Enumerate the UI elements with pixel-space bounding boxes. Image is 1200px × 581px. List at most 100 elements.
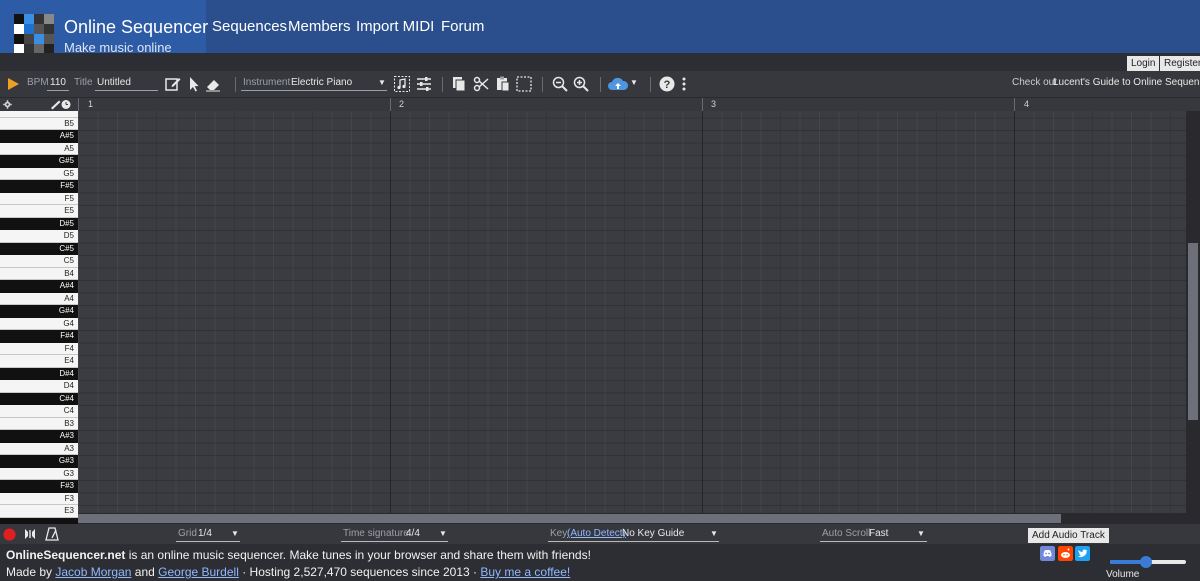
piano-key[interactable]: C4	[0, 405, 78, 418]
measure-line	[702, 111, 703, 513]
velocity-pencil-clock-icon[interactable]	[50, 99, 72, 110]
login-button[interactable]: Login	[1127, 56, 1160, 71]
piano-key[interactable]: D#5	[0, 217, 78, 230]
volume-slider[interactable]	[1110, 556, 1186, 568]
author-link-george[interactable]: George Burdell	[158, 565, 239, 579]
note-grid[interactable]	[78, 111, 1186, 513]
beat-line	[468, 111, 469, 513]
ruler-divider	[702, 98, 703, 111]
piano-key[interactable]: E3	[0, 505, 78, 518]
piano-key[interactable]: G#3	[0, 455, 78, 468]
key-auto-detect-link[interactable]: (Auto Detect)	[567, 528, 626, 539]
grid-caret-icon[interactable]: ▼	[231, 529, 239, 538]
piano-key[interactable]: D4	[0, 380, 78, 393]
piano-key[interactable]: C#4	[0, 392, 78, 405]
add-audio-track-button[interactable]: Add Audio Track	[1028, 528, 1109, 543]
note-select-icon[interactable]	[393, 75, 411, 93]
piano-key[interactable]: E5	[0, 205, 78, 218]
sliders-icon[interactable]	[415, 75, 433, 93]
timesig-label: Time signature	[343, 528, 409, 539]
nav-members[interactable]: Members	[288, 18, 351, 35]
cloud-upload-icon[interactable]	[607, 75, 629, 93]
beat-line	[546, 111, 547, 513]
reddit-icon[interactable]	[1058, 546, 1073, 561]
buy-coffee-link[interactable]: Buy me a coffee!	[480, 565, 570, 579]
copy-icon[interactable]	[450, 75, 468, 93]
autoscroll-underline	[820, 541, 927, 542]
key-select[interactable]: No Key Guide	[622, 528, 684, 539]
piano-key[interactable]: A#3	[0, 430, 78, 443]
grid-select[interactable]: 1/4	[198, 528, 212, 539]
piano-key[interactable]: A4	[0, 292, 78, 305]
pointer-icon[interactable]	[185, 75, 203, 93]
promo-link[interactable]: Lucent's Guide to Online Sequencer	[1053, 77, 1200, 88]
autoscroll-select[interactable]: Fast	[869, 528, 888, 539]
measure-label: 3	[711, 99, 717, 109]
upload-caret-icon[interactable]: ▼	[630, 78, 638, 87]
instrument-select[interactable]: Electric Piano	[291, 77, 352, 88]
paste-icon[interactable]	[494, 75, 512, 93]
title-input[interactable]: Untitled	[97, 77, 131, 88]
piano-key[interactable]: D#4	[0, 367, 78, 380]
beat-line	[312, 111, 313, 513]
nav-forum[interactable]: Forum	[441, 18, 484, 35]
zoom-out-icon[interactable]	[551, 75, 569, 93]
beat-line	[780, 111, 781, 513]
key-underline	[548, 541, 719, 542]
piano-key[interactable]: E4	[0, 355, 78, 368]
midi-input-icon[interactable]	[23, 527, 37, 541]
bpm-input[interactable]: 110	[50, 77, 66, 88]
horizontal-scroll-thumb[interactable]	[78, 514, 1061, 523]
zoom-in-icon[interactable]	[572, 75, 590, 93]
piano-key[interactable]: F3	[0, 492, 78, 505]
piano-keyboard[interactable]: B5 A#5 A5 G#5 G5 F#5 F5 E5 D#5 D5 C#5 C5 B4 A#4 A4 G#4 G…	[0, 111, 78, 524]
timesig-caret-icon[interactable]: ▼	[439, 529, 447, 538]
volume-knob[interactable]	[1139, 556, 1152, 568]
piano-key[interactable]: B4	[0, 267, 78, 280]
piano-key[interactable]: G3	[0, 467, 78, 480]
vertical-scroll-thumb[interactable]	[1188, 243, 1198, 420]
timeline-ruler[interactable]	[0, 98, 1200, 111]
piano-key[interactable]: C5	[0, 255, 78, 268]
piano-key[interactable]: A3	[0, 442, 78, 455]
metronome-icon[interactable]	[45, 527, 59, 541]
author-link-jacob[interactable]: Jacob Morgan	[55, 565, 131, 579]
piano-key[interactable]: F5	[0, 192, 78, 205]
piano-key[interactable]: D5	[0, 230, 78, 243]
discord-icon[interactable]	[1040, 546, 1055, 561]
piano-key[interactable]: F#5	[0, 180, 78, 193]
made-by-text: Made by	[6, 565, 53, 579]
register-button[interactable]: Register	[1160, 56, 1200, 71]
nav-sequences[interactable]: Sequences	[212, 18, 287, 35]
key-caret-icon[interactable]: ▼	[710, 529, 718, 538]
autoscroll-caret-icon[interactable]: ▼	[917, 529, 925, 538]
instrument-caret-icon[interactable]: ▼	[378, 78, 386, 87]
select-box-icon[interactable]	[515, 75, 533, 93]
timesig-select[interactable]: 4/4	[406, 528, 420, 539]
piano-key[interactable]: G4	[0, 317, 78, 330]
piano-key[interactable]: C#5	[0, 242, 78, 255]
piano-key[interactable]: G5	[0, 167, 78, 180]
piano-key[interactable]: F#3	[0, 480, 78, 493]
title-label: Title	[74, 77, 93, 88]
site-title: Online Sequencer	[64, 17, 209, 37]
settings-gear-icon[interactable]	[3, 100, 12, 109]
nav-import-midi[interactable]: Import MIDI	[356, 18, 434, 35]
cut-icon[interactable]	[472, 75, 490, 93]
more-icon[interactable]	[679, 75, 689, 93]
piano-key[interactable]: A#5	[0, 130, 78, 143]
piano-key[interactable]: B5	[0, 117, 78, 130]
piano-key[interactable]: B3	[0, 417, 78, 430]
piano-key[interactable]: G#5	[0, 155, 78, 168]
twitter-icon[interactable]	[1075, 546, 1090, 561]
play-icon[interactable]	[6, 77, 20, 91]
piano-key[interactable]: F4	[0, 342, 78, 355]
piano-key[interactable]: A#4	[0, 280, 78, 293]
piano-key[interactable]: F#4	[0, 330, 78, 343]
eraser-icon[interactable]	[204, 75, 222, 93]
piano-key[interactable]: A5	[0, 142, 78, 155]
help-icon[interactable]: ?	[658, 75, 676, 93]
pencil-icon[interactable]	[164, 75, 182, 93]
record-icon[interactable]	[3, 528, 16, 541]
piano-key[interactable]: G#4	[0, 305, 78, 318]
